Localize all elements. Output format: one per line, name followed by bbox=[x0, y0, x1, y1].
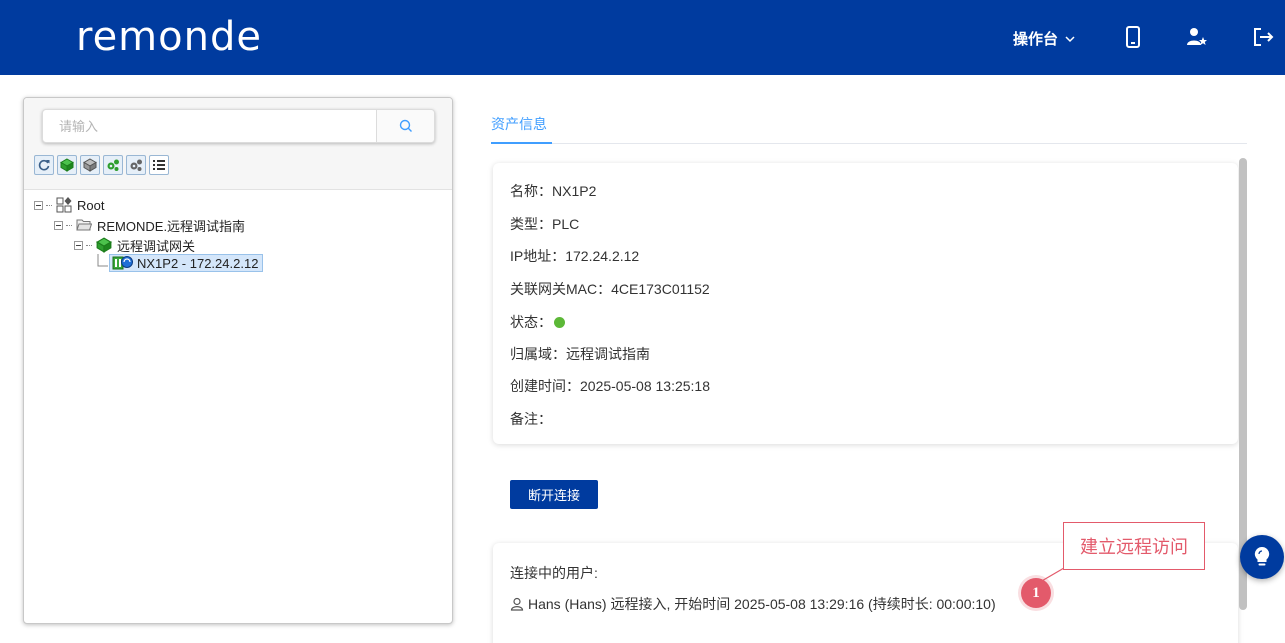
asset-created-time: 2025-05-08 13:25:18 bbox=[580, 378, 710, 394]
asset-name: NX1P2 bbox=[552, 183, 597, 199]
asset-status-row: 状态： bbox=[510, 312, 565, 332]
tree-label: Root bbox=[77, 197, 105, 213]
console-menu[interactable]: 操作台 bbox=[1013, 28, 1076, 49]
list-view-button[interactable] bbox=[149, 155, 169, 175]
network-settings-button[interactable] bbox=[103, 155, 123, 175]
search-input[interactable] bbox=[43, 110, 376, 142]
search-box bbox=[42, 109, 435, 143]
tab-bar: 资产信息 bbox=[491, 106, 1247, 144]
plc-device-icon bbox=[112, 256, 133, 270]
status-online-indicator bbox=[554, 317, 565, 328]
asset-domain-row: 归属域：远程调试指南 bbox=[510, 346, 650, 362]
root-grid-icon bbox=[56, 197, 72, 213]
tree-label: REMONDE.远程调试指南 bbox=[97, 218, 246, 234]
lightbulb-icon bbox=[1254, 546, 1270, 566]
logo[interactable]: remonde bbox=[76, 14, 262, 60]
refresh-icon bbox=[38, 159, 50, 171]
top-header: remonde 操作台 bbox=[0, 0, 1285, 75]
asset-type: PLC bbox=[552, 216, 580, 232]
gateway-cube-icon bbox=[96, 237, 112, 253]
annotation-callout: 建立远程访问 bbox=[1063, 522, 1205, 570]
tree-label: 远程调试网关 bbox=[117, 238, 196, 254]
tree-toolbar-area bbox=[24, 98, 452, 190]
gateway-cube-icon bbox=[60, 158, 74, 172]
connected-users-title: 连接中的用户: bbox=[510, 565, 598, 581]
collapse-toggle[interactable] bbox=[54, 220, 63, 230]
tree-label: NX1P2 - 172.24.2.12 bbox=[137, 255, 259, 271]
refresh-button[interactable] bbox=[34, 155, 54, 175]
collapse-toggle[interactable] bbox=[34, 200, 43, 210]
gray-cube-icon bbox=[83, 158, 97, 172]
asset-domain: 远程调试指南 bbox=[566, 346, 650, 362]
chevron-down-icon bbox=[1065, 35, 1075, 42]
search-icon bbox=[399, 119, 412, 132]
selected-device-node[interactable]: NX1P2 - 172.24.2.12 bbox=[109, 254, 264, 272]
console-label: 操作台 bbox=[1013, 30, 1059, 48]
folder-open-icon bbox=[76, 219, 92, 231]
asset-mac-row: 关联网关MAC：4CE173C01152 bbox=[510, 281, 710, 297]
asset-tree-panel: Root REMONDE.远程调试指南 远程调试网关 NX1P2 - 172.2… bbox=[23, 97, 453, 624]
tree-node-domain[interactable]: REMONDE.远程调试指南 bbox=[54, 216, 245, 234]
asset-info-card: 名称：NX1P2 类型：PLC IP地址：172.24.2.12 关联网关MAC… bbox=[493, 163, 1238, 444]
tree-node-device[interactable]: NX1P2 - 172.24.2.12 bbox=[97, 254, 264, 272]
logout-icon[interactable] bbox=[1252, 26, 1274, 48]
asset-mac: 4CE173C01152 bbox=[611, 281, 710, 297]
active-tab-indicator bbox=[491, 142, 552, 144]
annotation-marker: 1 bbox=[1021, 578, 1051, 608]
tab-asset-info[interactable]: 资产信息 bbox=[491, 114, 547, 144]
disconnect-button[interactable]: 断开连接 bbox=[510, 480, 598, 509]
mobile-icon[interactable] bbox=[1122, 26, 1144, 48]
add-group-button[interactable] bbox=[80, 155, 100, 175]
search-button[interactable] bbox=[376, 110, 434, 142]
tree-connector-icon bbox=[97, 254, 108, 267]
asset-ip: 172.24.2.12 bbox=[565, 248, 640, 264]
user-star-icon[interactable] bbox=[1186, 26, 1208, 48]
green-gears-icon bbox=[107, 159, 119, 171]
tree-node-gateway[interactable]: 远程调试网关 bbox=[74, 236, 195, 254]
asset-type-row: 类型：PLC bbox=[510, 216, 580, 232]
gray-gears-icon bbox=[130, 159, 142, 171]
tree-node-root[interactable]: Root bbox=[34, 196, 104, 214]
asset-remark-row: 备注： bbox=[510, 411, 552, 427]
asset-ip-row: IP地址：172.24.2.12 bbox=[510, 248, 640, 264]
asset-name-row: 名称：NX1P2 bbox=[510, 183, 597, 199]
asset-created-row: 创建时间：2025-05-08 13:25:18 bbox=[510, 378, 710, 394]
list-icon bbox=[153, 160, 165, 170]
connected-user-text: Hans (Hans) 远程接入, 开始时间 2025-05-08 13:29:… bbox=[528, 596, 996, 612]
help-button[interactable] bbox=[1240, 535, 1284, 579]
connected-user-row: Hans (Hans) 远程接入, 开始时间 2025-05-08 13:29:… bbox=[510, 594, 996, 614]
user-icon bbox=[510, 597, 524, 611]
add-gateway-button[interactable] bbox=[57, 155, 77, 175]
collapse-toggle[interactable] bbox=[74, 240, 83, 250]
tree-toolbar bbox=[34, 155, 169, 175]
settings-button[interactable] bbox=[126, 155, 146, 175]
